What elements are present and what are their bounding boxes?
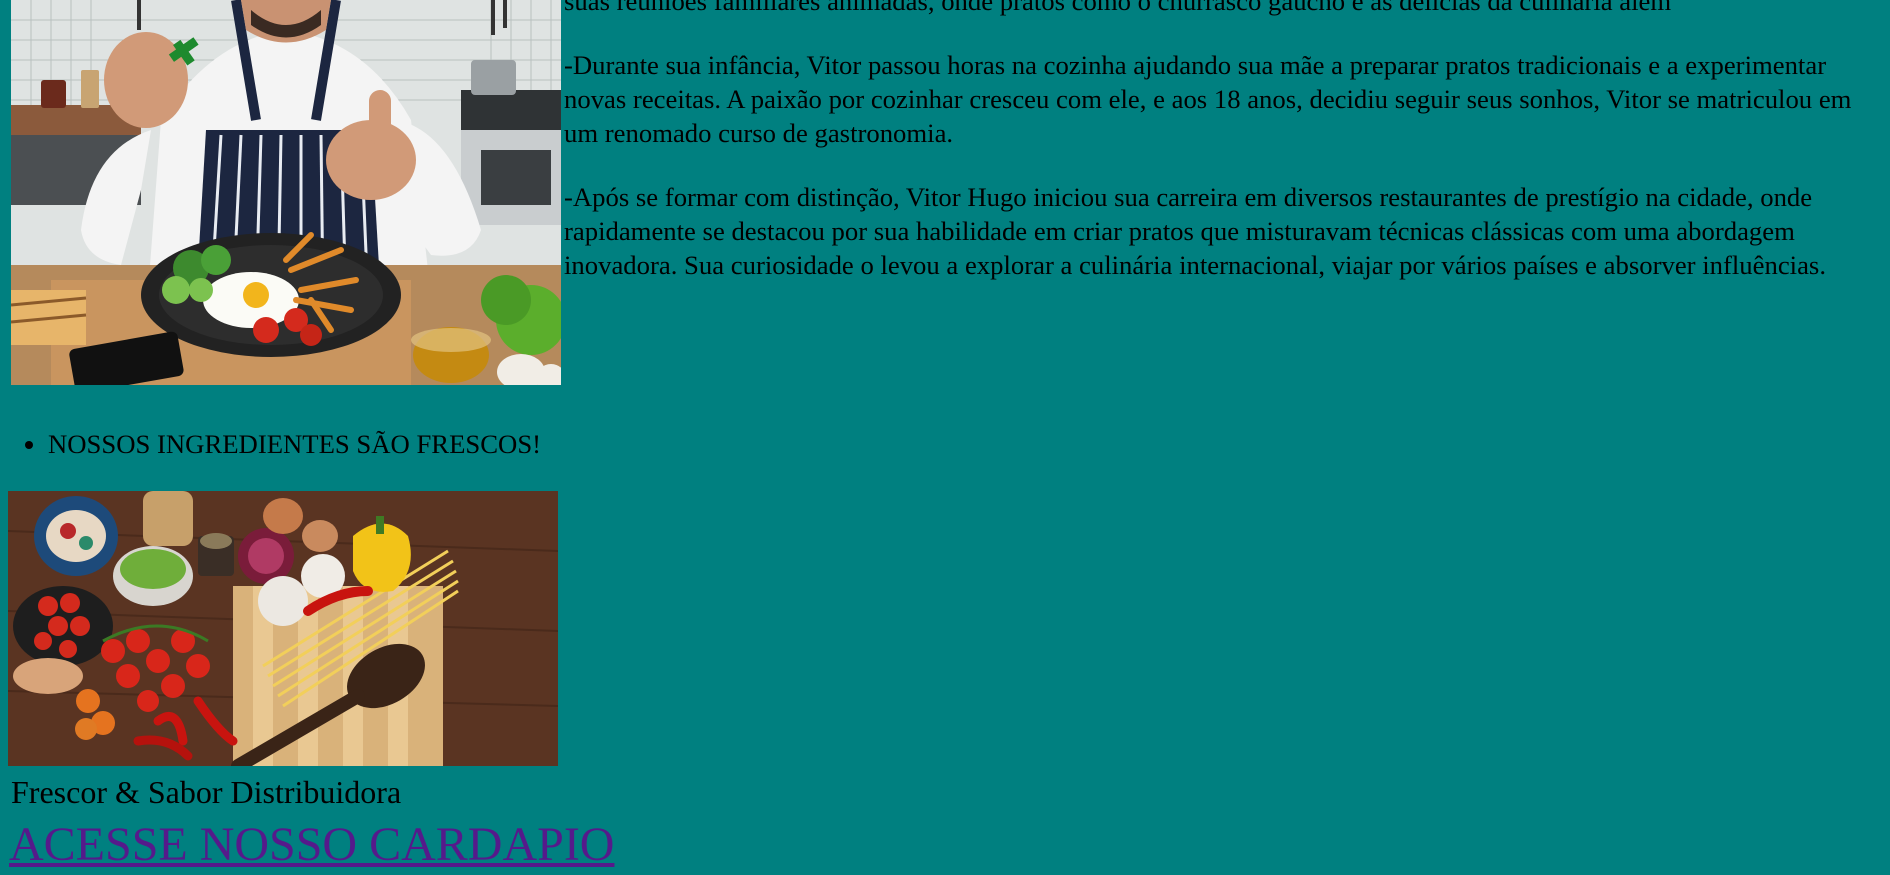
list-item: NOSSOS INGREDIENTES SÃO FRESCOS! [48, 424, 541, 464]
menu-link[interactable]: ACESSE NOSSO CARDAPIO [9, 815, 614, 875]
bio-paragraph: suas reuniões familiares animadas, onde … [564, 0, 1672, 16]
highlights-list: NOSSOS INGREDIENTES SÃO FRESCOS! [0, 424, 541, 464]
ingredients-caption: Frescor & Sabor Distribuidora [11, 774, 402, 810]
chef-photo [11, 0, 561, 385]
chef-bio: suas reuniões familiares animadas, onde … [564, 0, 1890, 312]
ingredients-photo [8, 491, 558, 766]
bio-paragraph: -Após se formar com distinção, Vitor Hug… [564, 182, 1826, 280]
bio-paragraph: -Durante sua infância, Vitor passou hora… [564, 50, 1852, 148]
